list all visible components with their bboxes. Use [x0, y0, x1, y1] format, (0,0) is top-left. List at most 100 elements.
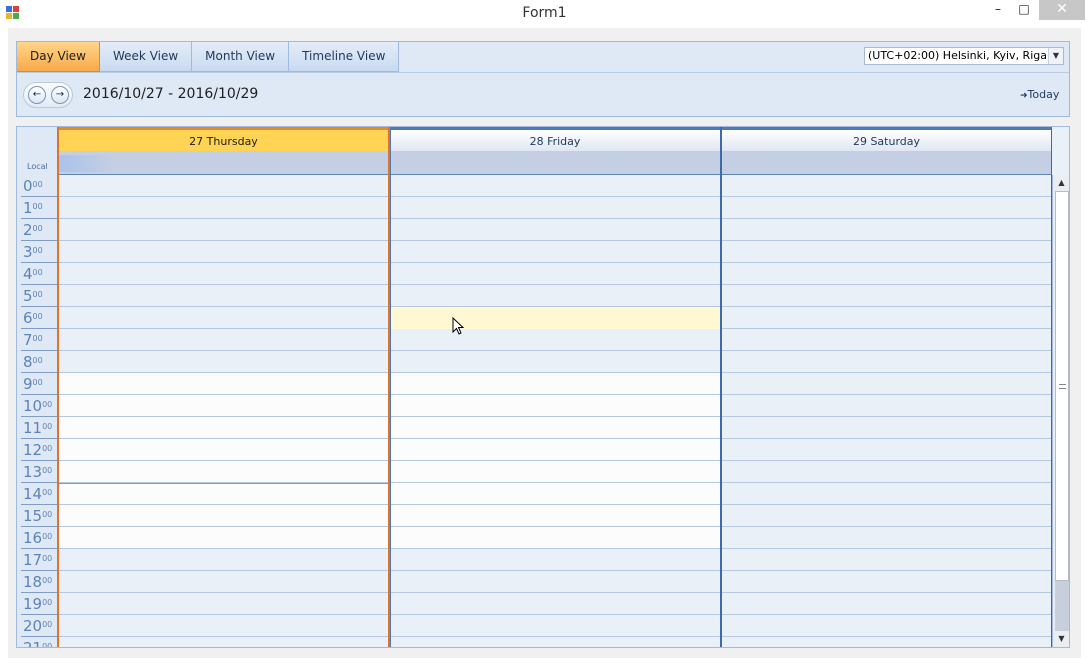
- time-slot[interactable]: [58, 439, 389, 461]
- time-slot[interactable]: [389, 417, 721, 439]
- maximize-button[interactable]: □: [1010, 0, 1038, 20]
- time-slot[interactable]: [721, 505, 1052, 527]
- vertical-scrollbar[interactable]: ▲ ▼: [1052, 175, 1069, 647]
- time-slot[interactable]: [58, 241, 389, 263]
- all-day-area[interactable]: [58, 151, 389, 175]
- day-header[interactable]: 28 Friday: [389, 127, 721, 151]
- time-slot[interactable]: [721, 351, 1052, 373]
- time-slot[interactable]: [389, 263, 721, 285]
- time-slot[interactable]: [721, 527, 1052, 549]
- hour-minutes: 00: [42, 642, 53, 648]
- timezone-value: (UTC+02:00) Helsinki, Kyiv, Riga,: [868, 49, 1051, 62]
- time-slot[interactable]: [58, 417, 389, 439]
- time-slot[interactable]: [58, 593, 389, 615]
- hour-minutes: 00: [32, 246, 43, 255]
- previous-period-button[interactable]: ←: [28, 86, 46, 104]
- chevron-down-icon[interactable]: ▼: [1048, 48, 1063, 64]
- time-slot[interactable]: [389, 549, 721, 571]
- minimize-button[interactable]: –: [984, 0, 1012, 20]
- time-slot[interactable]: [721, 461, 1052, 483]
- close-button[interactable]: ✕: [1039, 0, 1085, 20]
- time-slot[interactable]: [721, 483, 1052, 505]
- hour-label: 300: [21, 241, 58, 263]
- time-slot[interactable]: [389, 593, 721, 615]
- tab-timeline-view[interactable]: Timeline View: [289, 42, 400, 72]
- time-slot[interactable]: [389, 439, 721, 461]
- time-column-header: Local: [17, 127, 58, 175]
- time-slot[interactable]: [389, 307, 721, 329]
- hour-label: 900: [21, 373, 58, 395]
- time-slot[interactable]: [58, 285, 389, 307]
- time-slot[interactable]: [58, 461, 389, 483]
- hour-minutes: 00: [42, 400, 53, 409]
- time-slot[interactable]: [389, 395, 721, 417]
- hour-number: 600: [23, 309, 43, 327]
- time-slot[interactable]: [389, 197, 721, 219]
- time-slot[interactable]: [389, 615, 721, 637]
- time-slot[interactable]: [58, 637, 389, 647]
- scrollbar-thumb[interactable]: [1055, 191, 1069, 581]
- time-slot[interactable]: [58, 549, 389, 571]
- tab-week-view[interactable]: Week View: [100, 42, 193, 72]
- time-slot[interactable]: [721, 175, 1052, 197]
- time-slot[interactable]: [389, 219, 721, 241]
- time-slot[interactable]: [721, 549, 1052, 571]
- time-slot[interactable]: [389, 461, 721, 483]
- time-slot[interactable]: [389, 637, 721, 647]
- time-slot[interactable]: [58, 197, 389, 219]
- all-day-area[interactable]: [721, 151, 1052, 175]
- time-slot[interactable]: [389, 241, 721, 263]
- today-button[interactable]: ➜Today: [1020, 88, 1059, 101]
- time-slot[interactable]: [58, 505, 389, 527]
- time-slot[interactable]: [58, 483, 389, 505]
- time-slot[interactable]: [389, 527, 721, 549]
- time-slot[interactable]: [389, 571, 721, 593]
- time-slot[interactable]: [721, 307, 1052, 329]
- timezone-dropdown[interactable]: (UTC+02:00) Helsinki, Kyiv, Riga, ▼: [864, 47, 1064, 65]
- scroll-up-icon[interactable]: ▲: [1053, 175, 1069, 191]
- time-slot[interactable]: [389, 351, 721, 373]
- tab-day-view[interactable]: Day View: [17, 42, 100, 72]
- time-slot[interactable]: [58, 395, 389, 417]
- current-time-indicator: [58, 483, 389, 484]
- time-slot[interactable]: [721, 417, 1052, 439]
- time-slot[interactable]: [721, 439, 1052, 461]
- scroll-down-icon[interactable]: ▼: [1053, 631, 1069, 647]
- time-slot[interactable]: [721, 571, 1052, 593]
- time-slot[interactable]: [58, 263, 389, 285]
- time-slot[interactable]: [58, 571, 389, 593]
- time-slot[interactable]: [389, 373, 721, 395]
- time-slot[interactable]: [58, 219, 389, 241]
- time-slot[interactable]: [721, 197, 1052, 219]
- time-slot[interactable]: [721, 241, 1052, 263]
- time-slot[interactable]: [721, 329, 1052, 351]
- time-slot[interactable]: [58, 373, 389, 395]
- tab-month-view[interactable]: Month View: [192, 42, 290, 72]
- time-slot[interactable]: [721, 263, 1052, 285]
- time-slot[interactable]: [389, 483, 721, 505]
- time-slot[interactable]: [58, 307, 389, 329]
- time-slot[interactable]: [389, 285, 721, 307]
- time-slot[interactable]: [721, 395, 1052, 417]
- time-slot[interactable]: [389, 505, 721, 527]
- next-period-button[interactable]: →: [51, 86, 69, 104]
- time-slot[interactable]: [721, 285, 1052, 307]
- time-slot[interactable]: [721, 219, 1052, 241]
- time-slot[interactable]: [389, 175, 721, 197]
- day-header[interactable]: 29 Saturday: [721, 127, 1052, 151]
- time-slot[interactable]: [721, 593, 1052, 615]
- time-slot[interactable]: [58, 351, 389, 373]
- time-slot[interactable]: [58, 329, 389, 351]
- time-slot[interactable]: [721, 373, 1052, 395]
- hour-number: 1400: [23, 485, 53, 503]
- time-slot[interactable]: [721, 615, 1052, 637]
- time-slot[interactable]: [389, 329, 721, 351]
- time-slot[interactable]: [721, 637, 1052, 647]
- hour-label: 200: [21, 219, 58, 241]
- time-slot[interactable]: [58, 615, 389, 637]
- day-header[interactable]: 27 Thursday: [58, 127, 389, 151]
- time-slot[interactable]: [58, 527, 389, 549]
- time-slot[interactable]: [58, 175, 389, 197]
- all-day-area[interactable]: [389, 151, 721, 175]
- scrollbar-track[interactable]: [1055, 581, 1069, 631]
